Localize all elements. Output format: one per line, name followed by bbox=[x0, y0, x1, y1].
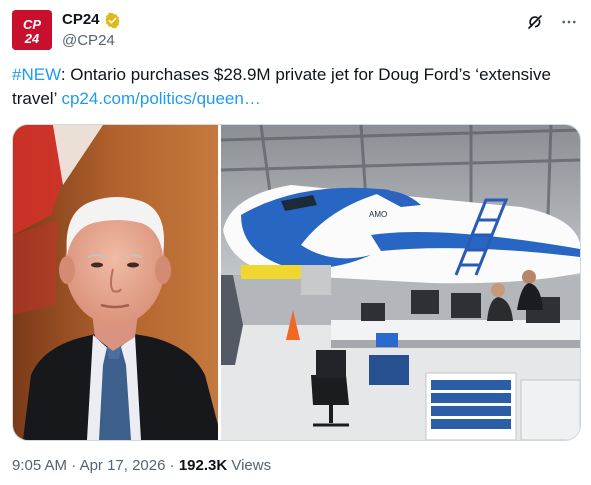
views-count: 192.3K bbox=[178, 457, 228, 474]
display-name-row[interactable]: CP24 bbox=[62, 10, 121, 30]
top-actions bbox=[525, 12, 579, 32]
tweet-text: #NEW: Ontario purchases $28.9M private j… bbox=[12, 63, 577, 111]
display-name[interactable]: CP24 bbox=[62, 10, 100, 30]
tweet-time[interactable]: 9:05 AM bbox=[12, 457, 67, 474]
meta-separator: · bbox=[67, 457, 80, 474]
tweet-header: CP 24 CP24 @CP24 bbox=[12, 8, 579, 52]
avatar[interactable]: CP 24 bbox=[12, 10, 52, 50]
more-icon[interactable] bbox=[559, 12, 579, 32]
article-link[interactable]: cp24.com/politics/queen… bbox=[61, 89, 260, 108]
portrait-photo[interactable] bbox=[13, 125, 218, 440]
grok-icon[interactable] bbox=[525, 12, 545, 32]
aircraft-hangar-photo[interactable]: AMO bbox=[221, 125, 580, 440]
tweet-meta: 9:05 AM · Apr 17, 2026 · 192.3K Views bbox=[12, 456, 271, 476]
svg-text:24: 24 bbox=[24, 31, 40, 46]
meta-separator: · bbox=[165, 457, 179, 474]
name-block: CP24 @CP24 bbox=[62, 10, 121, 51]
media-grid: AMO bbox=[12, 124, 581, 441]
handle[interactable]: @CP24 bbox=[62, 31, 121, 51]
aircraft-nose-text: AMO bbox=[369, 210, 387, 219]
svg-text:CP: CP bbox=[23, 17, 41, 32]
views-label: Views bbox=[227, 457, 272, 474]
tweet-date[interactable]: Apr 17, 2026 bbox=[80, 457, 166, 474]
verified-badge-icon[interactable] bbox=[104, 12, 121, 29]
hashtag-link[interactable]: #NEW bbox=[12, 65, 61, 84]
